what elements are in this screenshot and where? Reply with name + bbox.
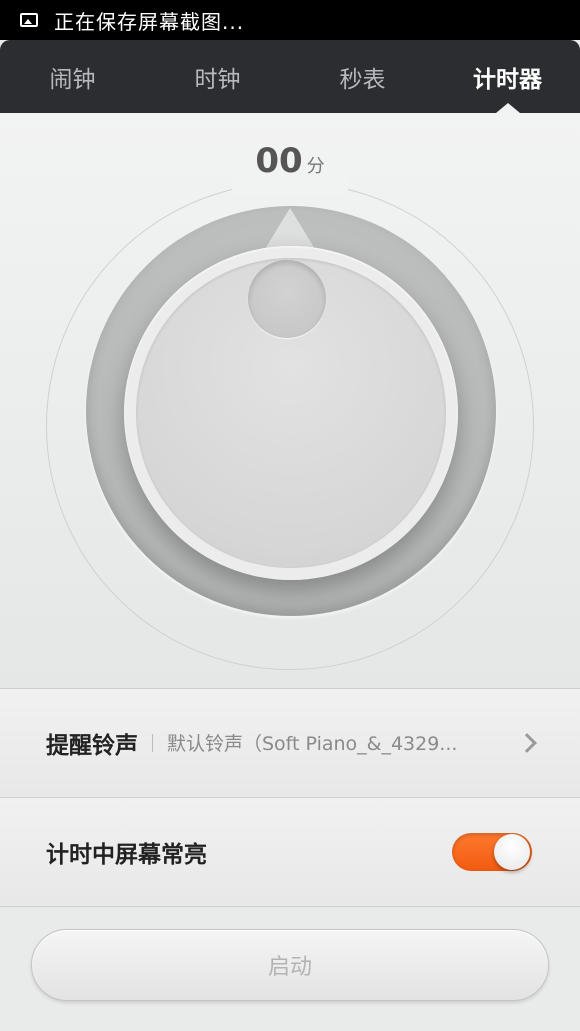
knob-grip[interactable] — [248, 260, 326, 338]
status-text: 正在保存屏幕截图... — [54, 9, 245, 34]
minutes-value: 00 — [255, 141, 303, 181]
timer-dial-area: 00 分 — [0, 113, 580, 688]
chevron-right-icon — [517, 732, 537, 753]
keep-screen-on-toggle[interactable] — [452, 832, 532, 871]
toggle-thumb — [494, 833, 530, 870]
keep-screen-on-row: 计时中屏幕常亮 — [0, 797, 580, 905]
timer-screen: 正在保存屏幕截图... 闹钟 时钟 秒表 计时器 00 分 提醒铃声 默认铃声（S… — [0, 0, 580, 1031]
timer-knob[interactable] — [124, 246, 458, 580]
tab-clock[interactable]: 时钟 — [145, 40, 290, 113]
ringtone-label: 提醒铃声 — [46, 732, 138, 759]
bottom-action-area: 启动 — [0, 906, 580, 1031]
image-icon — [20, 13, 38, 27]
ringtone-value: 默认铃声（Soft Piano_&_4329... — [167, 733, 458, 755]
tab-bar: 闹钟 时钟 秒表 计时器 — [0, 40, 580, 113]
tab-timer[interactable]: 计时器 — [435, 40, 580, 113]
tab-stopwatch[interactable]: 秒表 — [290, 40, 435, 113]
status-bar: 正在保存屏幕截图... — [0, 0, 580, 40]
divider — [152, 733, 153, 752]
tab-alarm[interactable]: 闹钟 — [0, 40, 145, 113]
start-button[interactable]: 启动 — [31, 929, 549, 1001]
keep-screen-on-label: 计时中屏幕常亮 — [46, 841, 207, 868]
minutes-unit: 分 — [306, 156, 325, 177]
ringtone-row[interactable]: 提醒铃声 默认铃声（Soft Piano_&_4329... — [0, 688, 580, 796]
time-readout: 00 分 — [0, 141, 580, 181]
